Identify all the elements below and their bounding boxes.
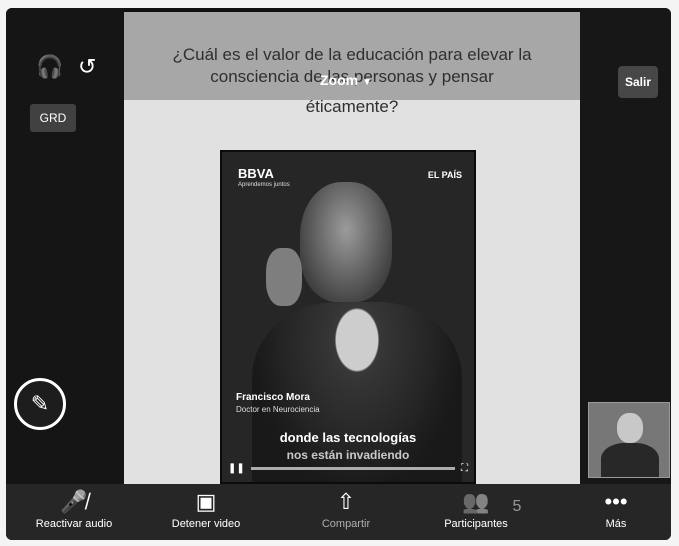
video-camera-icon: ▣ — [195, 489, 217, 514]
thumbnail-person-head — [617, 413, 643, 443]
headphones-icon[interactable]: 🎧 — [36, 56, 63, 78]
embedded-video[interactable]: BBVA Aprendemos juntos EL PAÍS Francisco… — [220, 150, 476, 484]
meeting-toolbar: 🎤̸ Reactivar audio ▣ Detener video ⇧ Com… — [6, 484, 671, 540]
mic-muted-icon: 🎤̸ — [60, 489, 88, 514]
pen-icon: ✎ — [30, 391, 50, 416]
stop-video-label: Detener video — [171, 518, 241, 530]
self-video-thumbnail[interactable] — [588, 402, 670, 478]
left-control-column: 🎧 ↺ GRD ✎ — [6, 8, 124, 488]
zoom-label: Zoom — [320, 72, 359, 88]
thumbnail-person-body — [601, 443, 659, 477]
share-button[interactable]: ⇧ Compartir — [296, 488, 396, 530]
speaker-role: Doctor en Neurociencia — [236, 405, 320, 414]
more-label: Más — [605, 518, 627, 530]
video-progress-track[interactable] — [250, 466, 455, 470]
video-player-controls: ❚❚ ⛶ — [228, 460, 468, 476]
participants-label: Participantes — [444, 518, 508, 530]
camera-switch-icon[interactable]: ↺ — [78, 56, 96, 78]
more-icon: ••• — [604, 489, 628, 514]
shared-screen: ¿Cuál es el valor de la educación para e… — [124, 12, 580, 492]
annotate-pen-button[interactable]: ✎ — [14, 378, 66, 430]
share-screen-icon: ⇧ — [336, 489, 356, 514]
exit-button[interactable]: Salir — [618, 66, 658, 98]
video-publisher: EL PAÍS — [427, 170, 462, 180]
speaker-hand — [266, 248, 302, 306]
unmute-audio-button[interactable]: 🎤̸ Reactivar audio — [24, 488, 124, 530]
video-brand-sub: Aprendemos juntos — [238, 182, 290, 188]
share-label: Compartir — [321, 518, 371, 530]
video-subtitle-line1: donde las tecnologías — [279, 430, 417, 445]
slide-question-line3: éticamente? — [305, 97, 399, 116]
stop-video-button[interactable]: ▣ Detener video — [156, 488, 256, 530]
zoom-view-menu[interactable]: Zoom ▼ — [320, 72, 372, 88]
chevron-down-icon: ▼ — [362, 77, 373, 88]
more-button[interactable]: ••• Más — [571, 488, 661, 530]
participants-count: 5 — [512, 498, 522, 515]
slide-question-line1: ¿Cuál es el valor de la educación para e… — [172, 45, 532, 64]
grd-badge[interactable]: GRD — [30, 104, 76, 132]
fullscreen-icon[interactable]: ⛶ — [461, 463, 468, 474]
unmute-audio-label: Reactivar audio — [35, 518, 113, 530]
speaker-name: Francisco Mora — [236, 392, 310, 403]
right-control-column: Salir — [580, 8, 671, 488]
pause-icon[interactable]: ❚❚ — [228, 463, 245, 474]
zoom-meeting-window: 🎧 ↺ GRD ✎ ¿Cuál es el valor de la educac… — [6, 8, 671, 540]
video-brand: BBVA — [238, 166, 274, 181]
speaker-head — [300, 182, 392, 302]
